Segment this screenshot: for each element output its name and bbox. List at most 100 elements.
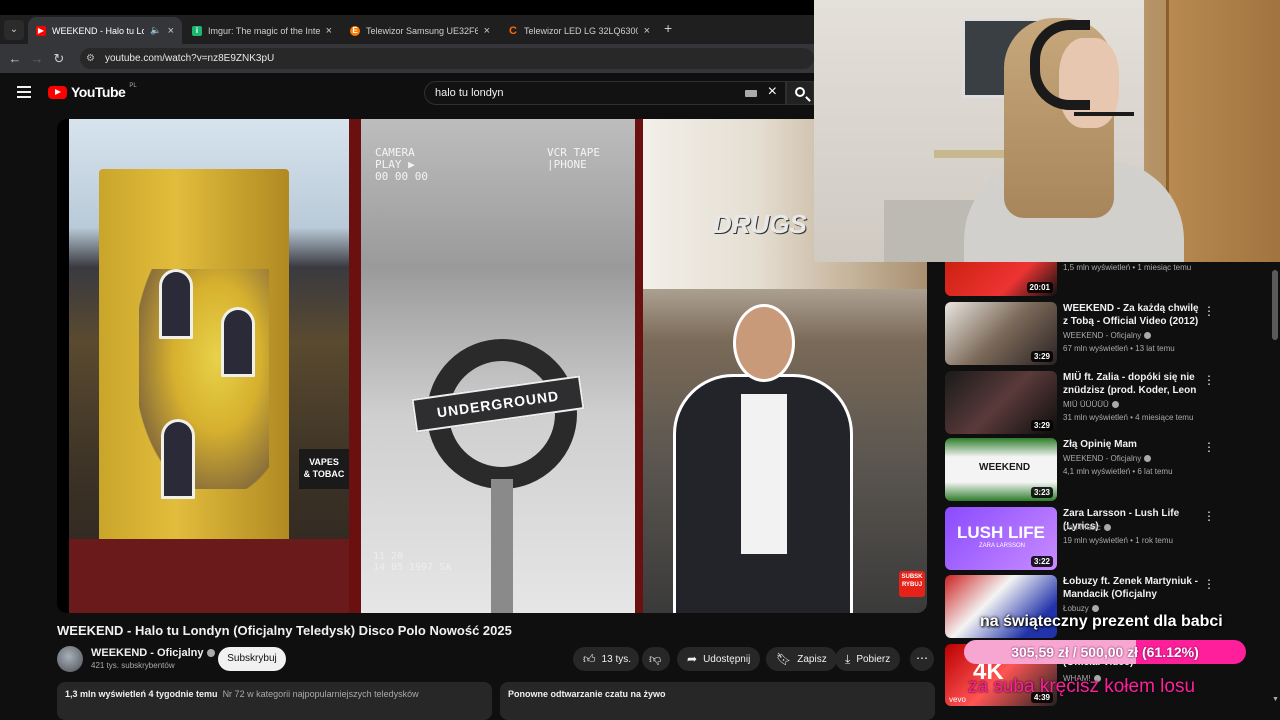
arched-window: [221, 307, 255, 377]
more-options-icon[interactable]: ⋮: [1203, 373, 1215, 387]
subscribe-watermark[interactable]: SUBSK RYBUJ: [899, 571, 925, 597]
tab-title: WEEKEND - Halo tu Londyn: [52, 25, 145, 36]
channel-name[interactable]: Dan Music: [1063, 523, 1101, 532]
back-arrow-icon[interactable]: ←: [4, 51, 26, 66]
tab-imgur[interactable]: i Imgur: The magic of the Interne ×: [184, 17, 340, 44]
tab-lg[interactable]: C Telewizor LED LG 32LQ63006LA ×: [500, 17, 658, 44]
video-thumbnail[interactable]: LUSH LIFE ZARA LARSSON 3:22: [945, 507, 1057, 570]
close-tab-icon[interactable]: ×: [326, 25, 332, 37]
youtube-logo[interactable]: YouTube PL: [48, 83, 137, 100]
tab-title: Imgur: The magic of the Interne: [208, 25, 320, 36]
arched-window: [159, 269, 193, 339]
dislike-button[interactable]: 👎︎: [642, 647, 670, 671]
donation-progress-bar: 305,59 zł / 500,00 zł (61.12%): [964, 640, 1246, 664]
thumbnail-subtitle: ZARA LARSSON: [979, 543, 1026, 549]
video-player[interactable]: VAPES & TOBAC CAMERA PLAY ▶ 00 00 00 VCR…: [57, 119, 927, 613]
menu-hamburger-icon[interactable]: [17, 86, 31, 98]
more-options-icon[interactable]: ⋮: [1203, 440, 1215, 454]
recommendation-item[interactable]: LUSH LIFE ZARA LARSSON 3:22 Zara Larsson…: [945, 507, 1270, 571]
thumbnail-logo: WEEKEND: [979, 462, 1031, 473]
recommendation-item[interactable]: WEEKEND 3:23 Złą Opinię Mam WEEKEND - Of…: [945, 438, 1270, 502]
forward-arrow-icon[interactable]: →: [26, 51, 48, 66]
store-favicon-icon: E: [350, 25, 360, 36]
save-button[interactable]: 🔖︎ Zapisz: [766, 647, 837, 671]
panel-divider: [349, 119, 361, 613]
youtube-header: YouTube PL halo tu londyn ×: [0, 73, 814, 113]
description-box[interactable]: 1,3 mln wyświetleń 4 tygodnie temu Nr 72…: [57, 682, 492, 720]
subscriber-count: 421 tys. subskrybentów: [91, 661, 175, 670]
keyboard-icon[interactable]: [745, 90, 757, 97]
thumbnail-title: LUSH LIFE: [957, 523, 1045, 542]
video-meta: 1,5 mln wyświetleń • 1 miesiąc temu: [1063, 263, 1192, 272]
recommendation-item[interactable]: 3:29 MIÜ ft. Zalia - dopóki się nie znüd…: [945, 371, 1270, 435]
channel-name[interactable]: WEEKEND - Oficjalny: [1063, 454, 1141, 463]
verified-icon: [207, 649, 216, 657]
channel-avatar[interactable]: [57, 646, 83, 672]
country-code: PL: [129, 83, 137, 89]
share-icon: ➦: [687, 652, 698, 666]
more-options-icon[interactable]: ⋮: [1203, 304, 1215, 318]
donation-amount: 305,59 zł / 500,00 zł (61.12%): [1011, 644, 1199, 660]
thumbs-up-icon: 👍︎: [583, 651, 596, 666]
search-input[interactable]: halo tu londyn ×: [424, 81, 786, 105]
graffiti-text: DRUGS: [713, 209, 807, 239]
arched-window: [161, 419, 195, 499]
subscribe-button[interactable]: Subskrybuj: [218, 647, 286, 671]
duration-badge: 20:01: [1026, 282, 1053, 293]
download-icon: ⤓: [845, 651, 851, 666]
video-panel-camden: VAPES & TOBAC: [69, 119, 349, 613]
video-title[interactable]: WEEKEND - Za każdą chwilę z Tobą - Offic…: [1063, 302, 1203, 328]
sidebar-scrollbar[interactable]: ▼: [1270, 262, 1280, 720]
more-actions-icon[interactable]: ⋯: [910, 647, 934, 671]
speaker-icon[interactable]: 🔈: [150, 25, 161, 36]
youtube-favicon-icon: ▶: [36, 25, 46, 36]
like-button[interactable]: 👍︎ 13 tys.: [573, 647, 639, 671]
webcam-overlay: [814, 0, 1280, 262]
verified-icon: [1111, 401, 1119, 408]
channel-name-row[interactable]: WEEKEND - Oficjalny: [91, 647, 216, 659]
channel-name[interactable]: Łobuzy: [1063, 604, 1089, 613]
channel-name[interactable]: WEEKEND - Oficjalny: [91, 647, 203, 659]
video-title[interactable]: Złą Opinię Mam: [1063, 438, 1203, 451]
channel-name[interactable]: WEEKEND - Oficjalny: [1063, 331, 1141, 340]
video-thumbnail[interactable]: 3:29: [945, 302, 1057, 365]
video-thumbnail[interactable]: 20:01: [945, 262, 1057, 296]
microphone-arm: [1074, 112, 1134, 116]
trending-rank[interactable]: Nr 72 w kategorii najpopularniejszych te…: [223, 689, 419, 699]
scrollbar-thumb[interactable]: [1272, 270, 1278, 340]
video-thumbnail[interactable]: 3:29: [945, 371, 1057, 434]
tab-youtube[interactable]: ▶ WEEKEND - Halo tu Londyn 🔈 ×: [28, 17, 182, 44]
download-label: Pobierz: [856, 653, 891, 665]
imgur-favicon-icon: i: [192, 25, 202, 36]
search-button[interactable]: [786, 81, 814, 105]
site-info-icon[interactable]: ⚙: [86, 53, 95, 64]
share-button[interactable]: ➦ Udostępnij: [677, 647, 761, 671]
more-options-icon[interactable]: ⋮: [1203, 577, 1215, 591]
close-tab-icon[interactable]: ×: [168, 25, 174, 37]
scroll-down-arrow-icon[interactable]: ▼: [1272, 696, 1279, 703]
recommendation-item[interactable]: 3:29 WEEKEND - Za każdą chwilę z Tobą - …: [945, 302, 1270, 366]
chat-replay-box[interactable]: Ponowne odtwarzanie czatu na żywo: [500, 682, 935, 720]
sign-pole: [491, 479, 513, 613]
video-thumbnail[interactable]: WEEKEND 3:23: [945, 438, 1057, 501]
youtube-wordmark: YouTube: [71, 84, 126, 100]
chat-replay-label: Ponowne odtwarzanie czatu na żywo: [508, 689, 666, 699]
save-label: Zapisz: [797, 653, 827, 665]
donation-goal-title: na świąteczny prezent dla babci: [980, 613, 1223, 630]
new-tab-button[interactable]: +: [664, 20, 672, 36]
close-tab-icon[interactable]: ×: [644, 25, 650, 37]
video-meta: 19 mln wyświetleń • 1 rok temu: [1063, 536, 1173, 545]
download-button[interactable]: ⤓ Pobierz: [835, 647, 901, 671]
streamer: [964, 10, 1184, 262]
channel-name[interactable]: MIÜ ÜÜÜÜÜ: [1063, 400, 1109, 409]
more-options-icon[interactable]: ⋮: [1203, 509, 1215, 523]
tab-samsung[interactable]: E Telewizor Samsung UE32F6002 ×: [342, 17, 498, 44]
clear-search-icon[interactable]: ×: [768, 83, 777, 101]
close-tab-icon[interactable]: ×: [484, 25, 490, 37]
top-strip: [0, 0, 814, 15]
tab-search-dropdown-button[interactable]: ⌄: [4, 20, 24, 40]
url-field[interactable]: ⚙ youtube.com/watch?v=nz8E9ZNK3pU: [80, 48, 814, 69]
video-title[interactable]: MIÜ ft. Zalia - dopóki się nie znüdzisz …: [1063, 371, 1203, 398]
video-title[interactable]: Łobuzy ft. Zenek Martyniuk - Mandacik (O…: [1063, 575, 1203, 602]
reload-icon[interactable]: ↻: [48, 51, 70, 67]
